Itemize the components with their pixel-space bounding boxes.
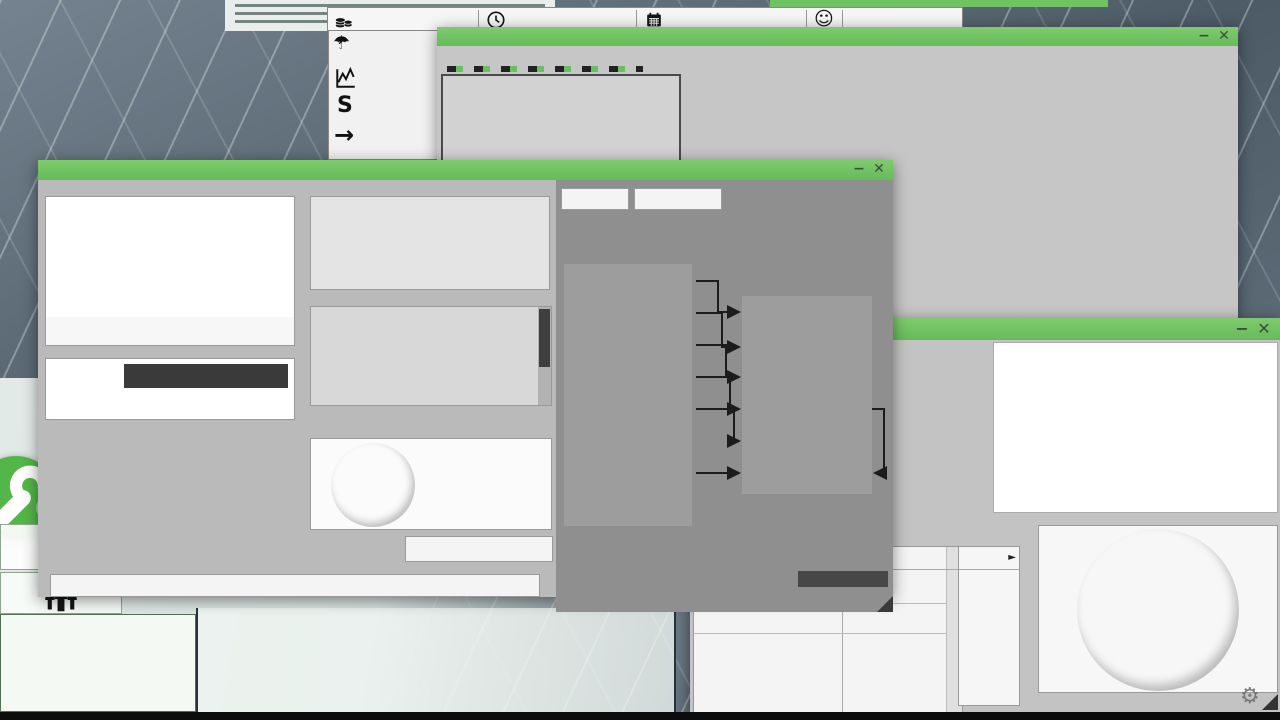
bottom-toolbar [196,608,676,712]
close-icon[interactable]: ✕ [1216,29,1232,44]
scrollbar[interactable] [538,307,551,405]
minimize-button[interactable]: − [1196,29,1212,44]
server-panel [45,358,295,420]
letterbox-strip [0,712,1280,720]
specializations-pie-chart [331,443,415,527]
resize-handle[interactable] [1262,694,1278,710]
scrollbar-thumb[interactable] [539,309,550,367]
information-panel [45,196,295,346]
finances-chart-area [441,74,681,173]
finances-titlebar[interactable]: − ✕ [437,27,1238,46]
minimize-button[interactable]: − [851,162,867,177]
line-chart-icon[interactable] [334,65,358,95]
sort-arrow-icon[interactable]: ► [1008,552,1016,563]
resize-handle[interactable] [877,596,893,612]
gear-icon[interactable]: ⚙ [1240,684,1260,709]
develop-button[interactable] [50,574,540,597]
feature-list-background [742,296,872,494]
close-icon[interactable]: ✕ [871,162,887,177]
chart-series-peek [447,66,643,72]
dollar-icon[interactable]: S [337,93,353,118]
original-ip-button[interactable] [46,317,294,345]
patents-list: ► [958,546,1020,706]
minimize-button[interactable]: − [1234,322,1250,337]
stock-list [993,342,1278,513]
row-divider [694,633,946,634]
features-panel [556,180,893,612]
dependencies-list[interactable] [310,196,550,290]
feature-list-background [564,264,692,526]
offscreen-window-edge [770,0,1108,7]
character-info-panel[interactable] [0,614,196,712]
team-select-button[interactable] [405,536,553,562]
close-icon[interactable]: ✕ [1256,322,1272,337]
details-panel [310,306,552,406]
finances-table [845,55,1233,317]
horizontal-scrollbar-thumb[interactable] [798,571,888,587]
design-document-window: − ✕ [38,160,893,597]
stock-chart-side-panel: ☂↗ S → [328,28,438,160]
market-share-pie-chart [1077,529,1239,691]
umbrella-arrow-icon[interactable]: ☂↗ [333,34,350,53]
arrow-right-icon[interactable]: → [334,121,354,149]
design-document-titlebar[interactable]: − ✕ [38,160,893,180]
header-divider [959,569,1019,570]
server-dropdown[interactable] [124,364,288,388]
market-share-panel [1038,525,1278,693]
coins-icon [334,10,354,34]
scm-dropdown[interactable] [124,392,288,416]
specializations-panel [310,438,552,530]
